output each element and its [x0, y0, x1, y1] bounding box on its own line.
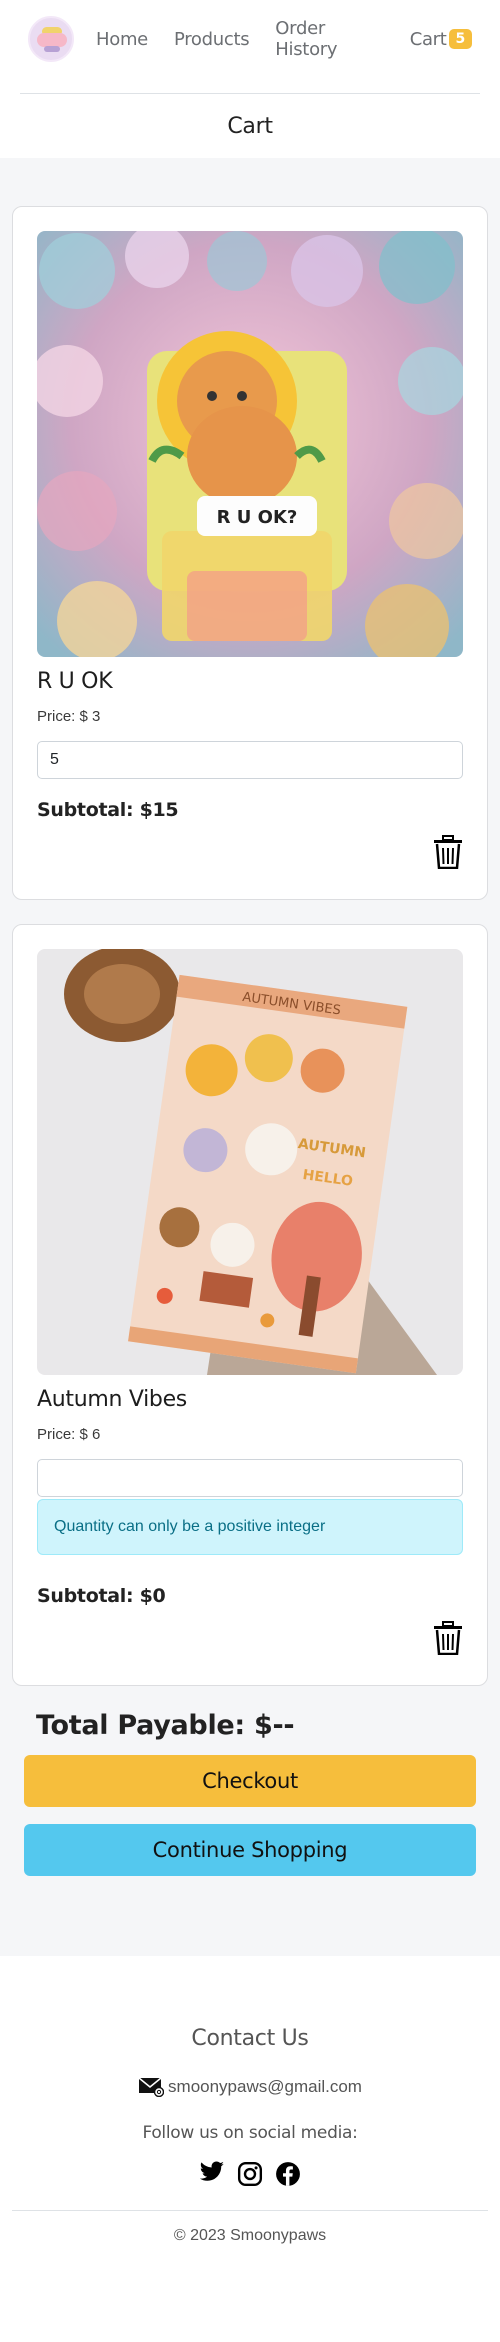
- instagram-icon[interactable]: [237, 2161, 263, 2192]
- contact-email[interactable]: smoonypaws@gmail.com: [168, 2077, 362, 2097]
- footer: Contact Us smoonypaws@gmail.com Follow u…: [0, 1956, 500, 2245]
- page-title: Cart: [227, 114, 273, 139]
- product-price: Price: $ 6: [37, 1426, 101, 1443]
- checkout-button[interactable]: Checkout: [24, 1755, 476, 1807]
- navbar: Home Products Order History Cart 5: [0, 0, 500, 78]
- nav-links: Home Products Order History Cart 5: [96, 18, 472, 60]
- cart-main: R U OK? R U OK Price: $ 3 Subtotal: $15: [0, 158, 500, 1956]
- nav-link-cart[interactable]: Cart 5: [410, 18, 472, 60]
- product-name: R U OK: [37, 669, 113, 694]
- quantity-error-alert: Quantity can only be a positive integer: [37, 1499, 463, 1555]
- nav-link-cart-label: Cart: [409, 28, 447, 50]
- follow-label: Follow us on social media:: [142, 2123, 358, 2143]
- product-image-autumn-vibes: AUTUMN VIBES AUTUMN HELLO: [37, 949, 463, 1375]
- cart-item-card: AUTUMN VIBES AUTUMN HELLO Autumn Vibes P…: [12, 924, 488, 1686]
- nav-link-products[interactable]: Products: [174, 18, 250, 60]
- quantity-input[interactable]: [37, 1459, 463, 1497]
- contact-title: Contact Us: [191, 2026, 309, 2051]
- quantity-input[interactable]: [37, 741, 463, 779]
- cart-item-card: R U OK? R U OK Price: $ 3 Subtotal: $15: [12, 206, 488, 900]
- trash-icon: [434, 835, 462, 869]
- brand-logo[interactable]: [28, 16, 74, 62]
- email-row: smoonypaws@gmail.com: [0, 2077, 500, 2097]
- product-price: Price: $ 3: [37, 708, 101, 725]
- copyright: © 2023 Smoonypaws: [173, 2227, 327, 2244]
- nav-link-order-history[interactable]: Order History: [275, 18, 383, 60]
- nav-link-home[interactable]: Home: [96, 18, 148, 60]
- product-image-caption: R U OK?: [217, 507, 298, 528]
- envelope-icon: [138, 2077, 165, 2097]
- delete-item-button[interactable]: [433, 835, 463, 869]
- footer-divider: [12, 2210, 488, 2211]
- item-subtotal: Subtotal: $0: [37, 1585, 166, 1607]
- trash-icon: [434, 1621, 462, 1655]
- cart-count-badge: 5: [448, 29, 472, 49]
- social-links: [0, 2161, 500, 2192]
- continue-shopping-button[interactable]: Continue Shopping: [24, 1824, 476, 1876]
- delete-item-button[interactable]: [433, 1621, 463, 1655]
- total-payable: Total Payable: $--: [36, 1710, 295, 1741]
- product-name: Autumn Vibes: [37, 1387, 187, 1412]
- product-image-ruok: R U OK?: [37, 231, 463, 657]
- item-subtotal: Subtotal: $15: [37, 799, 179, 821]
- twitter-icon[interactable]: [199, 2161, 225, 2192]
- facebook-icon[interactable]: [275, 2161, 301, 2192]
